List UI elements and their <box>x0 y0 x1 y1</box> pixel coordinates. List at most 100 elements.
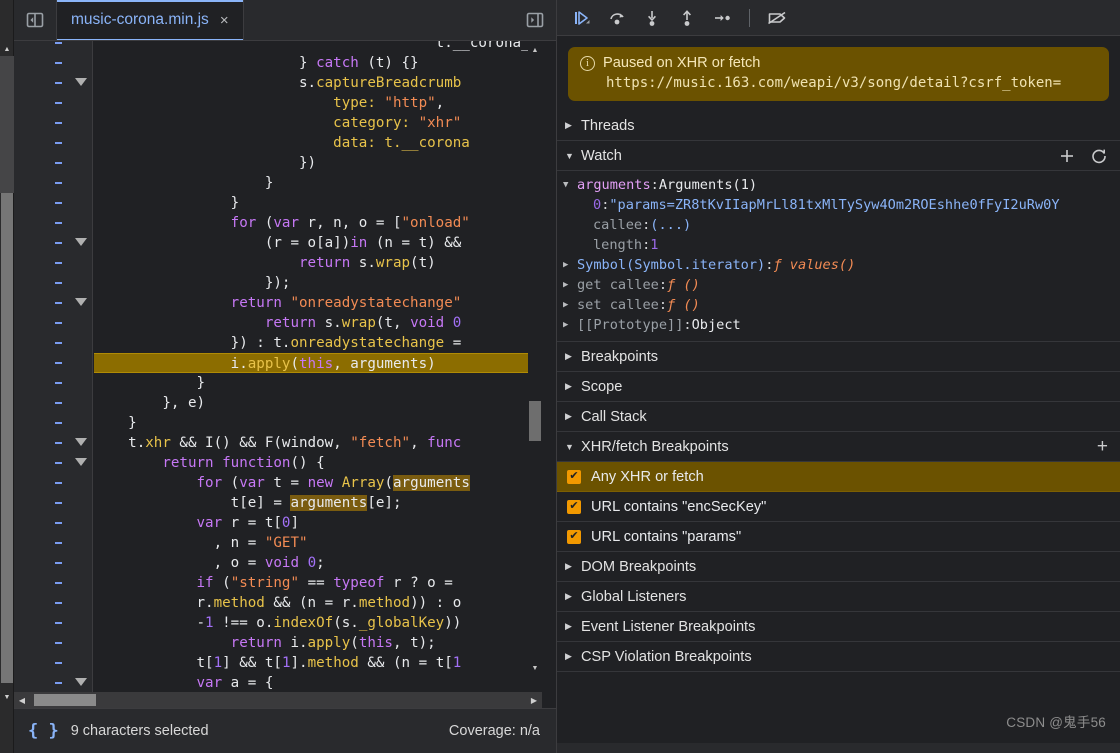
code-line[interactable]: data: t.__corona <box>94 133 470 153</box>
gutter-line[interactable] <box>14 473 93 493</box>
fold-arrow-icon[interactable] <box>75 238 87 246</box>
code-line[interactable]: } <box>94 373 205 393</box>
gutter-line[interactable] <box>14 593 93 613</box>
section-call-stack[interactable]: ▶ Call Stack <box>557 402 1120 432</box>
gutter-line[interactable] <box>14 133 93 153</box>
gutter-line[interactable] <box>14 353 93 373</box>
show-debugger-icon[interactable] <box>514 0 556 40</box>
code-line[interactable]: s.captureBreadcrumb <box>94 73 461 93</box>
scrollbar-thumb[interactable] <box>1 193 13 683</box>
fold-arrow-icon[interactable] <box>75 438 87 446</box>
gutter-line[interactable] <box>14 673 93 692</box>
code-line[interactable]: (r = o[a])in (n = t) && <box>94 233 461 253</box>
chevron-right-icon[interactable]: ▶ <box>563 295 577 315</box>
checkbox[interactable]: ✔ <box>567 529 581 544</box>
code-line[interactable]: }) : t.onreadystatechange = <box>94 333 462 353</box>
gutter-line[interactable] <box>14 533 93 553</box>
scrollbar-track[interactable] <box>0 56 14 193</box>
fold-arrow-icon[interactable] <box>75 458 87 466</box>
gutter-line[interactable] <box>14 253 93 273</box>
refresh-icon[interactable] <box>1090 147 1108 165</box>
gutter-line[interactable] <box>14 413 93 433</box>
code-line[interactable]: return function() { <box>94 453 324 473</box>
code-line[interactable]: t[e] = arguments[e]; <box>94 493 402 513</box>
section-global-listeners[interactable]: ▶ Global Listeners <box>557 582 1120 612</box>
plus-icon[interactable]: + <box>1097 437 1120 456</box>
chevron-right-icon[interactable]: ▶ <box>563 275 577 295</box>
gutter-line[interactable] <box>14 513 93 533</box>
section-watch[interactable]: ▼ Watch <box>557 141 1120 171</box>
gutter-line[interactable] <box>14 653 93 673</box>
xhr-breakpoint-row[interactable]: ✔ URL contains "encSecKey" <box>557 492 1120 522</box>
gutter-line[interactable] <box>14 273 93 293</box>
tab-music-corona-min-js[interactable]: music-corona.min.js × <box>56 0 244 40</box>
code-line[interactable]: return s.wrap(t) <box>94 253 436 273</box>
gutter-line[interactable] <box>14 93 93 113</box>
execution-line[interactable]: i.apply(this, arguments) <box>94 353 542 373</box>
section-csp-violation-breakpoints[interactable]: ▶ CSP Violation Breakpoints <box>557 642 1120 672</box>
gutter-line[interactable] <box>14 193 93 213</box>
horizontal-scrollbar-thumb[interactable] <box>34 694 96 706</box>
code-line[interactable]: -1 !== o.indexOf(s._globalKey)) <box>94 613 461 633</box>
gutter-line[interactable] <box>14 53 93 73</box>
code-line[interactable]: return "onreadystatechange" <box>94 293 462 313</box>
section-threads[interactable]: ▶ Threads <box>557 111 1120 141</box>
scroll-right-arrow-icon[interactable]: ▶ <box>526 692 542 708</box>
section-scope[interactable]: ▶ Scope <box>557 372 1120 402</box>
watch-row[interactable]: ▶ set callee: ƒ () <box>557 295 1120 315</box>
code-line[interactable]: type: "http", <box>94 93 444 113</box>
gutter-line[interactable] <box>14 373 93 393</box>
code-line[interactable]: var r = t[0] <box>94 513 300 533</box>
gutter-line[interactable] <box>14 433 93 453</box>
editor-gutter[interactable] <box>14 41 93 692</box>
step-icon[interactable] <box>707 4 737 32</box>
gutter-line[interactable] <box>14 233 93 253</box>
code-line[interactable]: , n = "GET" <box>94 533 308 553</box>
fold-arrow-icon[interactable] <box>75 298 87 306</box>
code-line[interactable]: t[1] && t[1].method && (n = t[1 <box>94 653 461 673</box>
step-out-icon[interactable] <box>672 4 702 32</box>
scroll-up-arrow-icon[interactable]: ▲ <box>0 42 14 56</box>
code-line[interactable]: t.__corona_xhr <box>94 41 542 53</box>
code-line[interactable]: r.method && (n = r.method)) : o <box>94 593 461 613</box>
checkbox[interactable]: ✔ <box>567 469 581 484</box>
gutter-line[interactable] <box>14 573 93 593</box>
editor-scrollbar-thumb[interactable] <box>529 401 541 441</box>
close-icon[interactable]: × <box>218 11 231 30</box>
gutter-line[interactable] <box>14 633 93 653</box>
code-line[interactable]: }); <box>94 273 291 293</box>
code-line[interactable]: }) <box>94 153 316 173</box>
fold-arrow-icon[interactable] <box>75 678 87 686</box>
code-line[interactable]: } catch (t) {} <box>94 53 419 73</box>
gutter-line[interactable] <box>14 393 93 413</box>
deactivate-breakpoints-icon[interactable] <box>762 4 792 32</box>
code-line[interactable]: } <box>94 193 240 213</box>
xhr-breakpoint-row[interactable]: ✔ URL contains "params" <box>557 522 1120 552</box>
watch-row[interactable]: callee: (...) <box>557 215 1120 235</box>
watch-row[interactable]: ▶ [[Prototype]]: Object <box>557 315 1120 335</box>
gutter-line[interactable] <box>14 453 93 473</box>
code-line[interactable]: , o = void 0; <box>94 553 325 573</box>
gutter-line[interactable] <box>14 333 93 353</box>
code-line[interactable]: } <box>94 413 137 433</box>
section-dom-breakpoints[interactable]: ▶ DOM Breakpoints <box>557 552 1120 582</box>
step-over-icon[interactable] <box>602 4 632 32</box>
plus-icon[interactable] <box>1058 147 1076 165</box>
gutter-line[interactable] <box>14 153 93 173</box>
gutter-line[interactable] <box>14 73 93 93</box>
scroll-down-arrow-icon[interactable]: ▼ <box>0 690 14 704</box>
fold-arrow-icon[interactable] <box>75 78 87 86</box>
gutter-line[interactable] <box>14 173 93 193</box>
editor-scroll-down-icon[interactable]: ▼ <box>528 661 542 675</box>
editor-horizontal-scrollbar[interactable]: ◀ ▶ <box>14 692 542 708</box>
chevron-right-icon[interactable]: ▶ <box>563 255 577 275</box>
code-line[interactable]: for (var t = new Array(arguments <box>94 473 470 493</box>
gutter-line[interactable] <box>14 613 93 633</box>
section-breakpoints[interactable]: ▶ Breakpoints <box>557 342 1120 372</box>
code-line[interactable]: return s.wrap(t, void 0 <box>94 313 461 333</box>
code-line[interactable]: }, e) <box>94 393 205 413</box>
checkbox[interactable]: ✔ <box>567 499 581 514</box>
source-code[interactable]: t.__corona_xhr } catch (t) {} s.captureB… <box>94 41 542 692</box>
editor-scroll-up-icon[interactable]: ▲ <box>528 43 542 57</box>
gutter-line[interactable] <box>14 213 93 233</box>
